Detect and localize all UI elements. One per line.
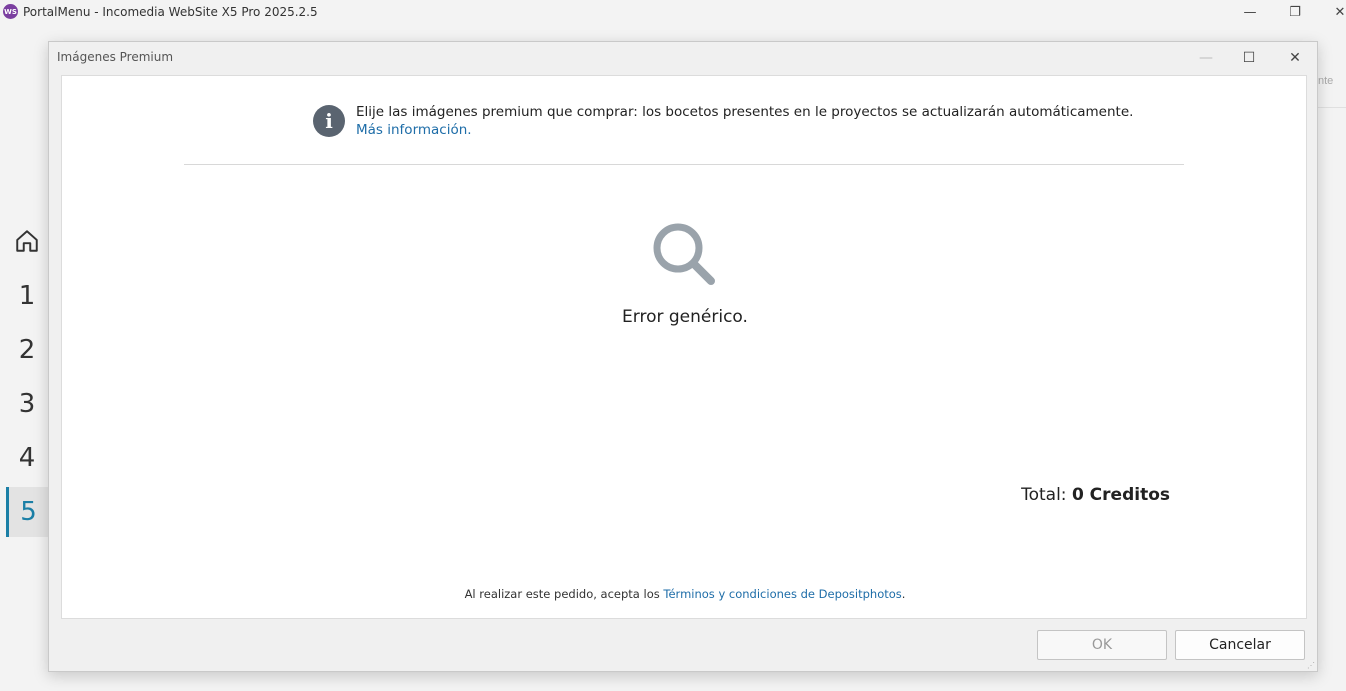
total-credits: Total: 0 Creditos (1021, 485, 1170, 505)
terms-link[interactable]: Términos y condiciones de Depositphotos (663, 587, 901, 601)
more-info-link[interactable]: Más información. (356, 122, 472, 138)
dialog-minimize-button: — (1199, 50, 1213, 66)
dialog-title: Imágenes Premium (57, 50, 174, 64)
sidebar-step-1[interactable]: 1 (6, 271, 48, 321)
search-icon (653, 223, 715, 285)
sidebar-step-4[interactable]: 4 (6, 433, 48, 483)
app-close-button[interactable]: ✕ (1318, 2, 1346, 22)
app-restore-button[interactable]: ❐ (1273, 2, 1317, 22)
terms-notice: Al realizar este pedido, acepta los Térm… (62, 587, 1308, 601)
terms-prefix: Al realizar este pedido, acepta los (464, 587, 664, 601)
app-logo-icon: WS (3, 4, 18, 19)
premium-images-dialog: Imágenes Premium — ☐ ✕ i Elije las imáge… (48, 41, 1318, 672)
ok-button[interactable]: OK (1037, 630, 1167, 660)
info-icon: i (313, 105, 345, 137)
app-titlebar: WS PortalMenu - Incomedia WebSite X5 Pro… (0, 0, 1346, 24)
cancel-button[interactable]: Cancelar (1175, 630, 1305, 660)
home-icon (16, 230, 38, 252)
total-value: 0 Creditos (1071, 485, 1170, 505)
resize-grip-icon[interactable]: ⋰ (1307, 661, 1315, 670)
background-panel-text: nte (1318, 75, 1334, 87)
dialog-maximize-button[interactable]: ☐ (1229, 45, 1269, 71)
error-message: Error genérico. (622, 307, 748, 327)
sidebar-step-2[interactable]: 2 (6, 325, 48, 375)
app-title: PortalMenu - Incomedia WebSite X5 Pro 20… (23, 5, 318, 19)
dialog-close-button[interactable]: ✕ (1275, 45, 1315, 71)
total-label: Total: (1021, 485, 1067, 505)
terms-suffix: . (901, 587, 906, 601)
sidebar-step-5[interactable]: 5 (6, 487, 48, 537)
divider (184, 164, 1184, 165)
sidebar-home-button[interactable] (6, 216, 48, 266)
app-minimize-button[interactable]: — (1228, 2, 1272, 22)
dialog-content-panel: i Elije las imágenes premium que comprar… (61, 75, 1307, 619)
sidebar-step-3[interactable]: 3 (6, 379, 48, 429)
info-message: Elije las imágenes premium que comprar: … (356, 104, 1134, 120)
